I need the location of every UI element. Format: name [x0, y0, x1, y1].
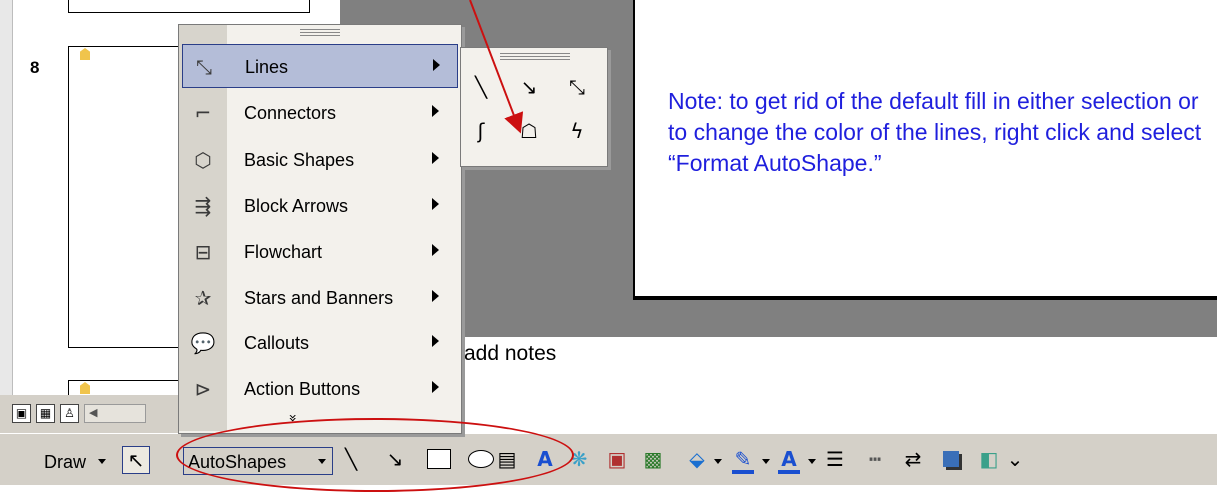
annotation-overlay: [469, 0, 524, 134]
red-pointer-arrow: [469, 0, 524, 134]
red-highlight-ellipse: [176, 418, 574, 492]
